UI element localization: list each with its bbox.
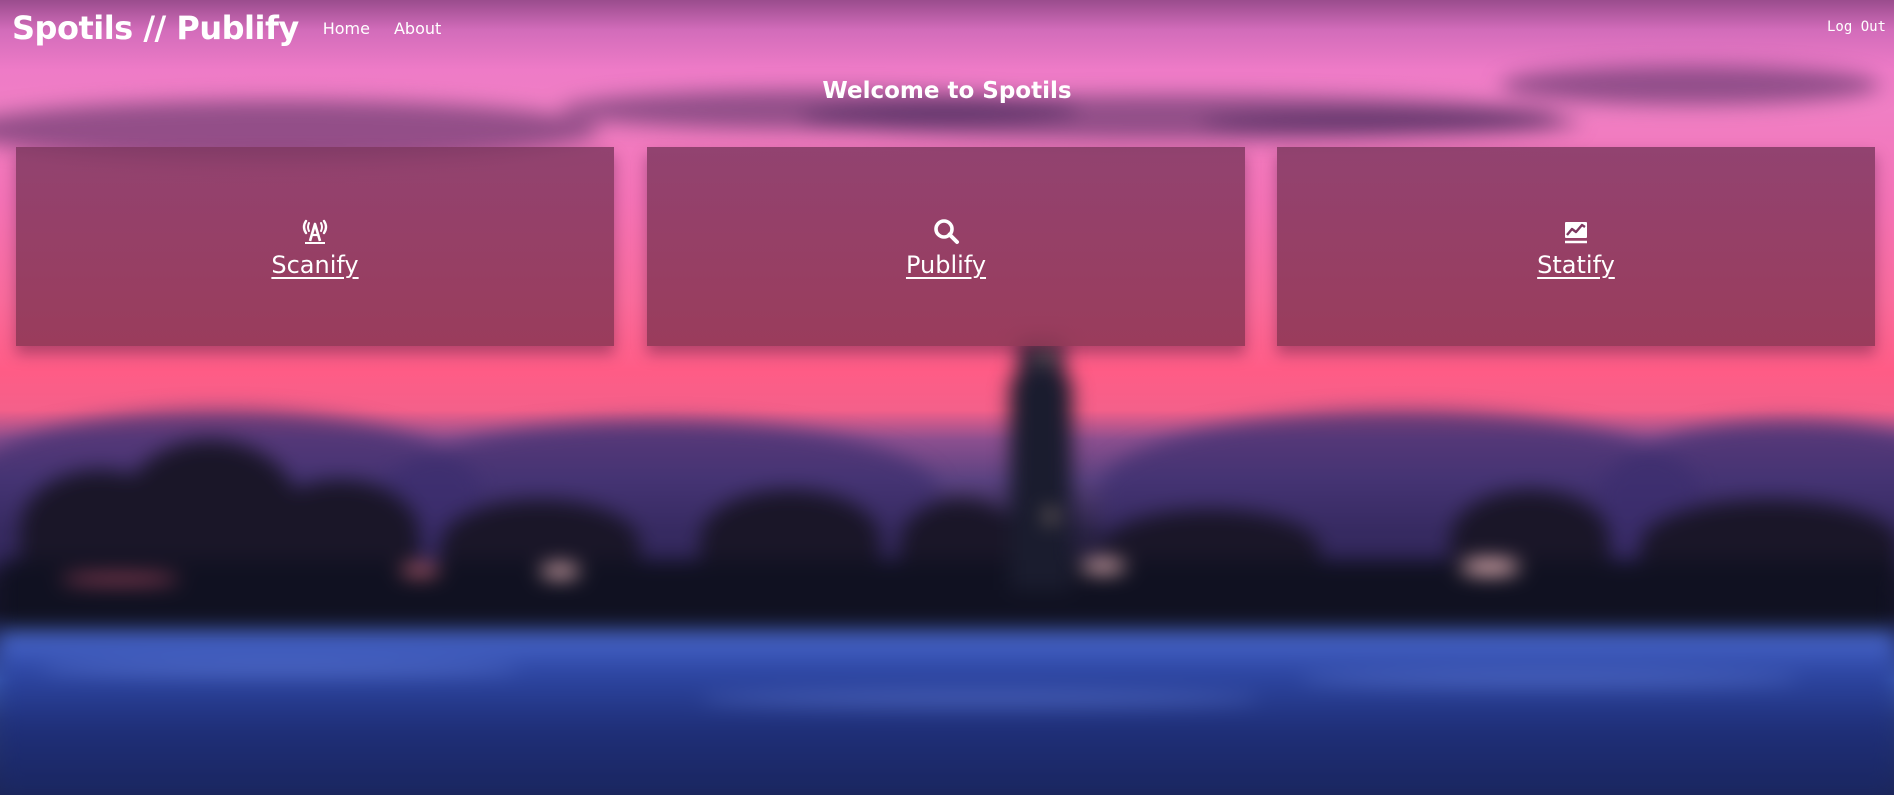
publify-link[interactable]: Publify (647, 251, 1245, 279)
nav-home-link[interactable]: Home (323, 19, 370, 38)
card-publify[interactable]: Publify (647, 147, 1245, 346)
nav-about-link[interactable]: About (394, 19, 441, 38)
statify-link[interactable]: Statify (1277, 251, 1875, 279)
card-scanify[interactable]: Scanify (16, 147, 614, 346)
welcome-heading: Welcome to Spotils (822, 78, 1072, 104)
background-image (0, 0, 1894, 795)
chart-line-icon (1562, 217, 1590, 245)
search-icon (932, 217, 960, 245)
card-statify[interactable]: Statify (1277, 147, 1875, 346)
top-navbar: Spotils // Publify Home About (0, 0, 1894, 56)
brand-logo-link[interactable]: Spotils // Publify (12, 9, 299, 47)
broadcast-tower-icon (301, 217, 329, 245)
page: Spotils // Publify Home About Log Out We… (0, 0, 1894, 795)
scanify-link[interactable]: Scanify (16, 251, 614, 279)
